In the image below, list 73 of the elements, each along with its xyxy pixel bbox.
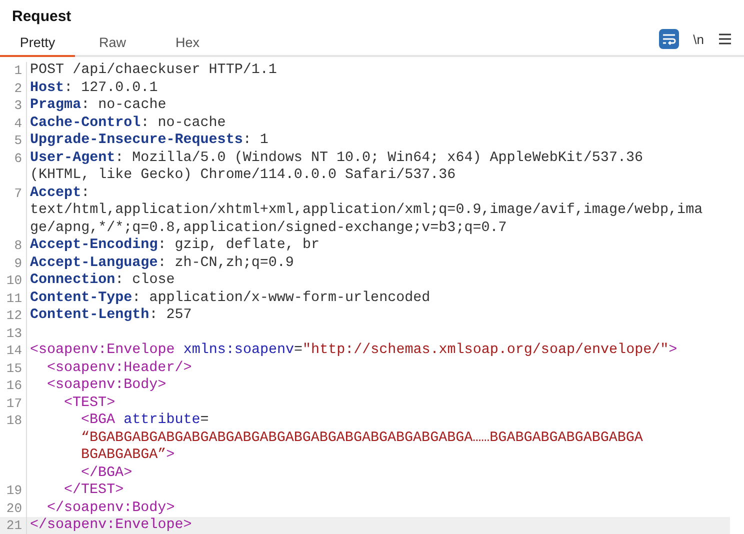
header-name: Content-Type — [30, 290, 132, 307]
line-number: 2 — [14, 80, 22, 96]
xml-tag: </BGA> — [81, 464, 132, 482]
panel-title: Request — [11, 7, 72, 27]
line-number: 13 — [6, 326, 22, 340]
tab[interactable]: Raw — [75, 29, 150, 57]
header-name: Accept — [30, 184, 82, 202]
line-number: 5 — [14, 133, 22, 148]
tab[interactable]: Hex — [150, 29, 225, 57]
header-name: Accept-Language — [30, 254, 158, 272]
code-text: : Mozilla/5.0 (Windows NT 10.0; Win64; x64) AppleWebKit/537.36 — [115, 150, 644, 167]
code-text: : zh-CN,zh;q=0.9 — [158, 254, 294, 272]
header-name: Host — [30, 80, 64, 97]
line-number: 14 — [6, 343, 22, 358]
line-number: 10 — [6, 273, 22, 288]
code-text: = — [200, 412, 209, 430]
header-name: User-Agent — [30, 150, 116, 167]
wrap-toggle-button[interactable] — [659, 29, 680, 49]
code-text: : 127.0.0.1 — [64, 80, 158, 97]
xml-tag: </soapenv:Envelope> — [30, 517, 192, 534]
code-text: POST /api/chaeckuser HTTP/1.1 — [30, 62, 277, 80]
line-number: 7 — [14, 186, 22, 200]
xml-tag: <BGA — [81, 412, 116, 430]
header-name: Content-Length — [30, 307, 150, 324]
wrap-icon — [662, 33, 676, 45]
line-number: 1 — [14, 63, 22, 78]
line-number: 9 — [14, 256, 22, 270]
line-number: 12 — [6, 308, 22, 323]
header-name: Accept-Encoding — [30, 237, 158, 254]
line-number: 3 — [14, 98, 22, 113]
header-name: Connection — [30, 272, 116, 290]
line-number: 4 — [14, 116, 22, 130]
line-number: 8 — [14, 238, 22, 253]
code-text: (KHTML, like Gecko) Chrome/114.0.0.0 Safari/537.36 — [30, 167, 456, 184]
line-number: 17 — [6, 396, 22, 410]
xml-string: BGABGABGA” — [81, 447, 166, 464]
xml-tag: <soapenv:Header/> — [47, 360, 192, 377]
code-text: = — [294, 342, 303, 360]
line-number: 20 — [6, 500, 22, 516]
line-number: 6 — [14, 150, 22, 166]
line-number: 19 — [6, 483, 22, 498]
code-text: ge/apng,*/*;q=0.8,application/signed-exchange;v=b3;q=0.7 — [30, 220, 507, 237]
code-text: : no-cache — [140, 114, 226, 132]
xml-tag: <soapenv:Envelope — [30, 342, 175, 360]
line-number: 18 — [6, 413, 22, 428]
tab[interactable]: Pretty — [0, 29, 75, 57]
code-text: : — [81, 184, 90, 202]
code-text: : application/x-www-form-urlencoded — [132, 290, 430, 307]
xml-tag: <TEST> — [64, 394, 116, 412]
xml-tag: </soapenv:Body> — [47, 500, 175, 517]
line-number: 11 — [6, 290, 22, 306]
xml-tag: <soapenv:Body> — [47, 377, 166, 394]
code-text: : close — [115, 272, 175, 290]
xml-string: "http://schemas.xmlsoap.org/soap/envelope/" — [302, 342, 669, 360]
code-text: : 257 — [149, 307, 192, 324]
xml-attribute: attribute — [124, 412, 200, 430]
xml-attribute: xmlns:soapenv — [183, 342, 294, 360]
xml-tag: > — [668, 342, 678, 360]
code-text: text/html,application/xhtml+xml,application/xml;q=0.9,image/avif,image/webp,ima — [30, 202, 703, 220]
line-number: 15 — [6, 360, 22, 376]
xml-tag: </TEST> — [64, 482, 124, 500]
xml-tag: > — [166, 447, 175, 464]
header-name: Pragma — [30, 97, 82, 114]
header-name: Upgrade-Insecure-Requests — [30, 132, 243, 150]
code-text: : no-cache — [81, 97, 166, 114]
menu-icon[interactable] — [718, 32, 732, 46]
header-name: Cache-Control — [30, 114, 141, 132]
code-text: : gzip, deflate, br — [158, 237, 320, 254]
code-text: : 1 — [242, 132, 268, 150]
newline-toggle-button[interactable]: \n — [693, 32, 704, 46]
line-number: 21 — [6, 518, 22, 533]
line-number: 16 — [6, 378, 22, 393]
xml-string: “BGABGABGABGABGABGABGABGABGABGABGABGABGABGABGA……BGABGABGABGABGABGA — [81, 430, 643, 447]
